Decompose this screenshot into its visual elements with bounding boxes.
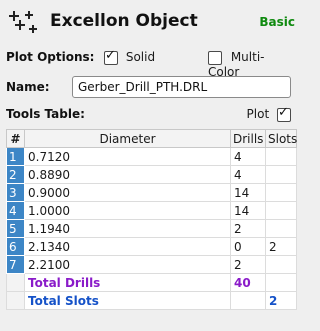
solid-checkbox[interactable]: ✓ Solid [104,47,156,65]
diameter-cell[interactable]: 0.8890 [24,165,231,184]
row-index[interactable]: 3 [6,183,25,202]
drills-cell[interactable]: 0 [230,237,266,256]
table-row[interactable]: 7 2.2100 2 [6,255,297,274]
multicolor-check-box[interactable] [208,50,222,65]
drills-cell[interactable]: 2 [230,255,266,274]
plot-options-row: Plot Options: ✓ Solid Multi-Color [6,47,295,79]
slots-cell[interactable] [265,201,297,220]
row-index-blank [6,291,25,310]
check-mark-icon: ✓ [105,47,116,63]
row-index-blank [6,273,25,292]
slots-cell[interactable] [265,165,297,184]
diameter-cell[interactable]: 0.7120 [24,147,231,166]
total-drills-label: Total Drills [24,273,231,292]
slots-cell[interactable] [265,255,297,274]
diameter-cell[interactable]: 2.2100 [24,255,231,274]
panel-title: Excellon Object [50,11,198,31]
table-row[interactable]: 5 1.1940 2 [6,219,297,238]
drills-cell[interactable]: 14 [230,201,266,220]
drills-cell[interactable]: 2 [230,219,266,238]
column-header-diameter[interactable]: Diameter [24,129,231,148]
slots-cell[interactable] [265,219,297,238]
column-header-slots[interactable]: Slots [265,129,297,148]
plot-label: Plot [246,107,270,121]
tools-table-label: Tools Table: [6,107,85,121]
table-row[interactable]: 4 1.0000 14 [6,201,297,220]
diameter-cell[interactable]: 0.9000 [24,183,231,202]
total-slots-drills-cell [230,291,266,310]
total-drills-value: 40 [230,273,266,292]
row-index[interactable]: 6 [6,237,25,256]
tools-table[interactable]: # Diameter Drills Slots 1 0.7120 4 2 0.8… [6,129,297,310]
table-row[interactable]: 6 2.1340 0 2 [6,237,297,256]
plot-check-box[interactable]: ✓ [277,104,291,122]
name-label: Name: [6,80,50,94]
table-row[interactable]: 1 0.7120 4 [6,147,297,166]
slots-cell[interactable]: 2 [265,237,297,256]
diameter-cell[interactable]: 1.1940 [24,219,231,238]
diameter-cell[interactable]: 2.1340 [24,237,231,256]
table-row[interactable]: 3 0.9000 14 [6,183,297,202]
row-index[interactable]: 7 [6,255,25,274]
drills-cell[interactable]: 4 [230,165,266,184]
slots-cell[interactable] [265,183,297,202]
drills-cell[interactable]: 4 [230,147,266,166]
row-index[interactable]: 1 [6,147,25,166]
total-drills-slots-cell [265,273,297,292]
check-mark-icon: ✓ [278,104,289,120]
solid-check-box[interactable]: ✓ [104,47,118,65]
plot-options-label: Plot Options: [6,50,95,64]
column-header-drills[interactable]: Drills [230,129,266,148]
total-drills-row: Total Drills 40 [6,273,297,292]
drills-cell[interactable]: 14 [230,183,266,202]
multicolor-checkbox[interactable]: Multi-Color [208,50,295,79]
tools-table-header-row: Tools Table: Plot ✓ [6,104,295,123]
table-row[interactable]: 2 0.8890 4 [6,165,297,184]
total-slots-label: Total Slots [24,291,231,310]
table-header-row: # Diameter Drills Slots [6,129,297,148]
row-index[interactable]: 2 [6,165,25,184]
slots-cell[interactable] [265,147,297,166]
row-index[interactable]: 4 [6,201,25,220]
column-header-index[interactable]: # [6,129,25,148]
object-name-input[interactable] [72,76,291,98]
plot-checkbox[interactable]: Plot ✓ [246,104,291,122]
row-index[interactable]: 5 [6,219,25,238]
object-header: Excellon Object Basic [6,8,295,38]
diameter-cell[interactable]: 1.0000 [24,201,231,220]
app-mode-label[interactable]: Basic [259,15,295,29]
total-slots-row: Total Slots 2 [6,291,297,310]
total-slots-value: 2 [265,291,297,310]
drill-holes-icon [9,11,37,33]
name-row: Name: [6,76,295,98]
solid-label: Solid [125,50,156,64]
